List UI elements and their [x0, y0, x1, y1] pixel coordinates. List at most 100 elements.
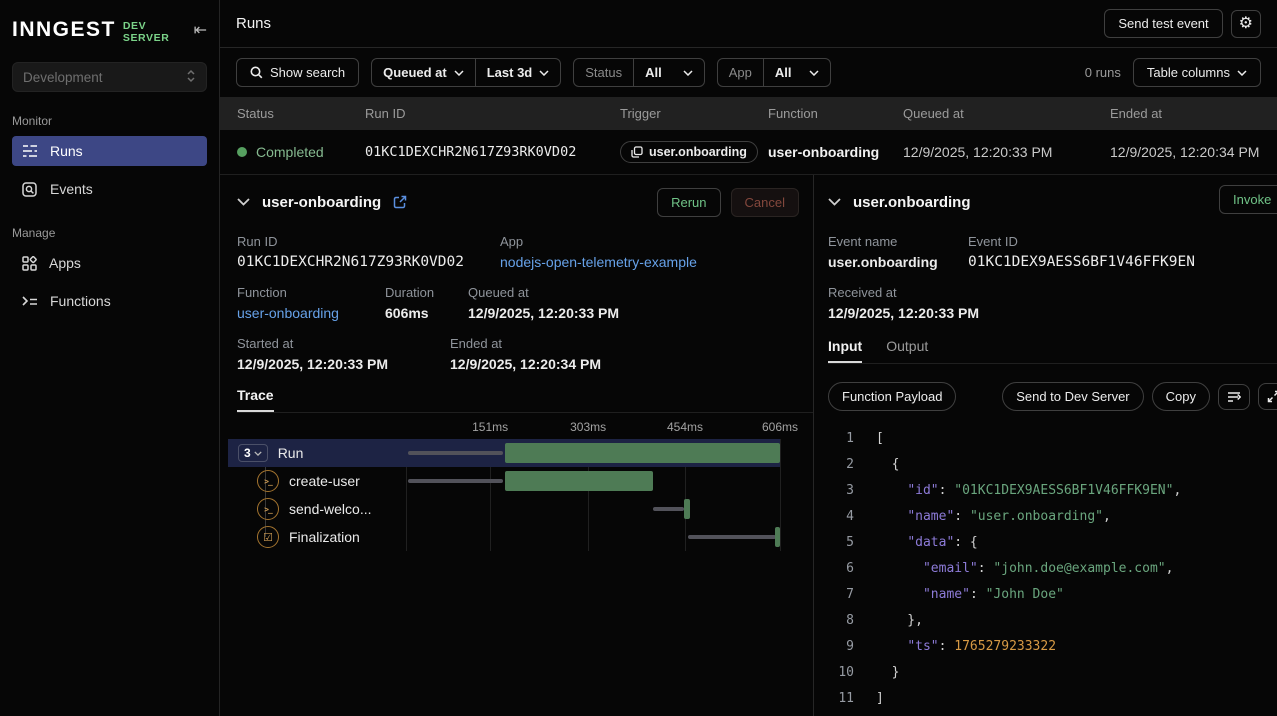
column-ended-at: Ended at: [1110, 106, 1277, 121]
code-line: 9 "ts": 1765279233322: [828, 634, 1277, 660]
app-filter-selected: All: [775, 65, 792, 80]
send-to-dev-server-button[interactable]: Send to Dev Server: [1002, 382, 1143, 411]
function-label: Function: [237, 285, 385, 300]
chevron-down-icon: [539, 70, 549, 76]
trace-row-label: create-user: [289, 473, 360, 489]
trace-row[interactable]: ☑Finalization: [228, 523, 780, 551]
code-line: 1[: [828, 426, 1277, 452]
sidebar-item-functions[interactable]: Functions: [12, 286, 207, 316]
chevron-down-icon: [1237, 70, 1247, 76]
table-columns-dropdown[interactable]: Table columns: [1133, 58, 1261, 87]
event-window-icon: [631, 146, 643, 158]
code-line: 7 "name": "John Doe": [828, 582, 1277, 608]
table-row[interactable]: Completed 01KC1DEXCHR2N617Z93RK0VD02 use…: [220, 130, 1277, 175]
ended-at-label: Ended at: [450, 336, 601, 351]
execution-bar[interactable]: [775, 527, 780, 547]
execution-bar[interactable]: [505, 443, 780, 463]
queued-at: 12/9/2025, 12:20:33 PM: [468, 305, 619, 321]
trace-row[interactable]: >_create-user: [228, 467, 780, 495]
app-filter-group: App All: [717, 58, 831, 87]
collapse-sidebar-icon[interactable]: ⇤: [194, 20, 207, 40]
column-trigger: Trigger: [620, 106, 768, 121]
trigger-pill[interactable]: user.onboarding: [620, 141, 758, 163]
table-header: Status Run ID Trigger Function Queued at…: [220, 97, 1277, 130]
queue-duration-line: [408, 479, 503, 483]
app-link[interactable]: nodejs-open-telemetry-example: [500, 254, 697, 270]
status-value: Completed: [256, 144, 324, 160]
app-label: App: [500, 234, 697, 249]
chevron-down-icon: [454, 70, 464, 76]
trace-row[interactable]: >_send-welco...: [228, 495, 780, 523]
span-count-badge[interactable]: 3: [238, 444, 268, 462]
table-columns-label: Table columns: [1147, 65, 1230, 80]
expand-button[interactable]: [1258, 383, 1277, 410]
queued-at-filter[interactable]: Queued at: [372, 59, 475, 86]
app-filter-value[interactable]: All: [763, 59, 830, 86]
sidebar-item-label: Functions: [50, 293, 111, 309]
runs-count: 0 runs: [1085, 65, 1121, 80]
send-test-event-button[interactable]: Send test event: [1104, 9, 1222, 38]
event-id: 01KC1DEX9AESS6BF1V46FFK9EN: [968, 254, 1195, 270]
status-filter-selected: All: [645, 65, 662, 80]
sidebar-item-label: Events: [50, 181, 93, 197]
word-wrap-button[interactable]: [1218, 384, 1250, 410]
queue-duration-line: [408, 451, 503, 455]
trace-time-axis: 151ms303ms454ms606ms: [406, 417, 780, 439]
status-filter-group: Status All: [573, 58, 704, 87]
column-run-id: Run ID: [365, 106, 620, 121]
environment-select-value: Development: [23, 70, 103, 85]
tab-input[interactable]: Input: [828, 338, 862, 363]
function-payload-button[interactable]: Function Payload: [828, 382, 956, 411]
event-name: user.onboarding: [828, 254, 968, 270]
rerun-button[interactable]: Rerun: [657, 188, 720, 217]
queue-duration-line: [653, 507, 684, 511]
tab-output[interactable]: Output: [886, 338, 928, 363]
chevron-down-icon: [809, 70, 819, 76]
invoke-button[interactable]: Invoke: [1219, 185, 1277, 214]
cancel-button[interactable]: Cancel: [731, 188, 799, 217]
event-id-label: Event ID: [968, 234, 1195, 249]
expand-icon: [1267, 390, 1277, 403]
run-id-label: Run ID: [237, 234, 500, 249]
payload-code-editor[interactable]: 1[2 {3 "id": "01KC1DEX9AESS6BF1V46FFK9EN…: [828, 426, 1277, 712]
axis-tick-label: 454ms: [667, 420, 703, 434]
payload-toolbar: Function Payload Send to Dev Server Copy: [828, 382, 1277, 411]
sidebar-item-apps[interactable]: Apps: [12, 248, 207, 278]
filter-bar: Show search Queued at Last 3d Status All…: [220, 48, 1277, 97]
sidebar-item-events[interactable]: Events: [12, 174, 207, 204]
ended-at-value: 12/9/2025, 12:20:34 PM: [1110, 144, 1277, 160]
search-icon: [250, 66, 263, 79]
show-search-button[interactable]: Show search: [236, 58, 359, 87]
time-range-label: Last 3d: [487, 65, 533, 80]
trace-row-label: Finalization: [289, 529, 360, 545]
sidebar-item-runs[interactable]: Runs: [12, 136, 207, 166]
execution-bar[interactable]: [505, 471, 653, 491]
duration-value: 606ms: [385, 305, 468, 321]
copy-button[interactable]: Copy: [1152, 382, 1210, 411]
status-filter-value[interactable]: All: [633, 59, 704, 86]
code-line: 2 {: [828, 452, 1277, 478]
execution-bar[interactable]: [684, 499, 690, 519]
external-link-icon[interactable]: [393, 195, 407, 209]
duration-label: Duration: [385, 285, 468, 300]
run-id: 01KC1DEXCHR2N617Z93RK0VD02: [237, 254, 500, 270]
code-line: 6 "email": "john.doe@example.com",: [828, 556, 1277, 582]
code-line: 8 },: [828, 608, 1277, 634]
column-status: Status: [237, 106, 365, 121]
apps-icon: [22, 256, 37, 271]
code-line: 3 "id": "01KC1DEX9AESS6BF1V46FFK9EN",: [828, 478, 1277, 504]
time-range-filter[interactable]: Last 3d: [475, 59, 561, 86]
chevron-down-icon[interactable]: [237, 198, 250, 206]
select-chevrons-icon: [186, 69, 196, 86]
chevron-down-icon[interactable]: [828, 198, 841, 206]
run-title: user-onboarding: [262, 194, 381, 211]
queue-duration-line: [688, 535, 776, 539]
axis-tick-label: 303ms: [570, 420, 606, 434]
function-link[interactable]: user-onboarding: [237, 305, 385, 321]
settings-button[interactable]: ⚙: [1231, 10, 1261, 38]
tab-trace[interactable]: Trace: [237, 387, 274, 412]
chevron-down-icon: [254, 451, 262, 456]
trace-row[interactable]: 3 Run: [228, 439, 780, 467]
sidebar: INNGEST DEV SERVER ⇤ Development Monitor…: [0, 0, 220, 716]
environment-select[interactable]: Development: [12, 62, 207, 92]
